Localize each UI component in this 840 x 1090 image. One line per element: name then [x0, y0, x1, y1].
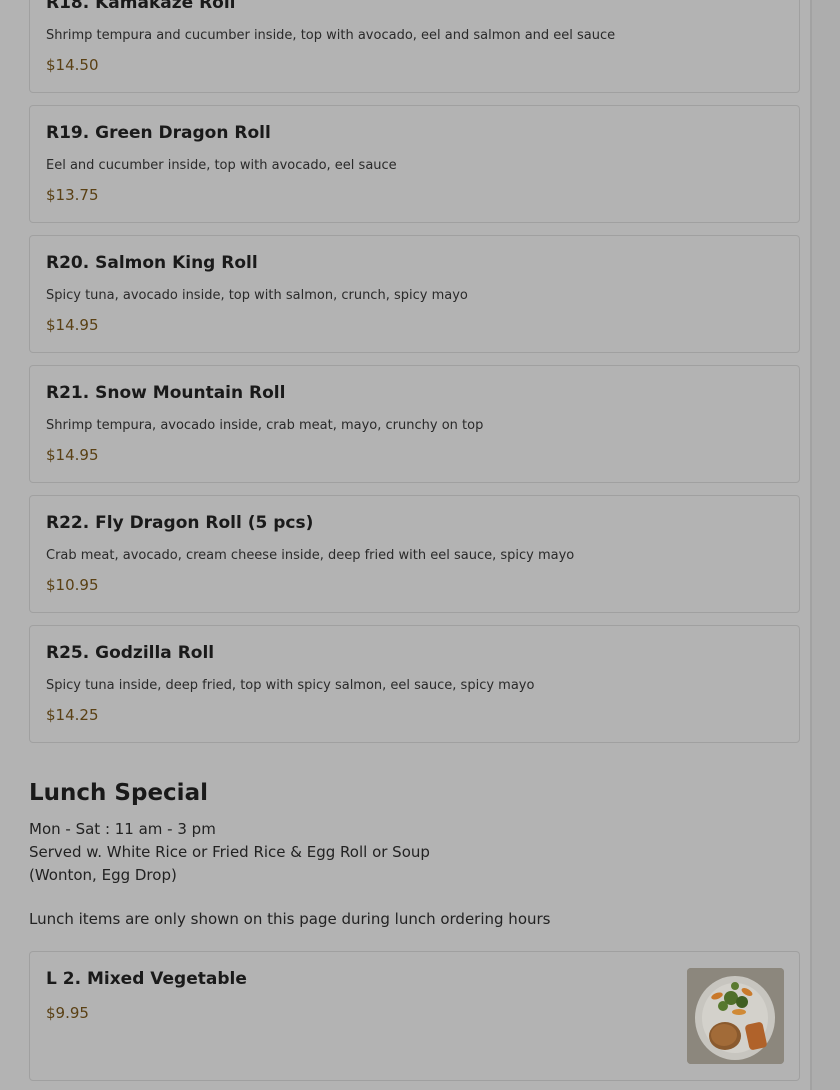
- menu-item-price: $10.95: [46, 576, 99, 594]
- lunch-special-section: Lunch Special Mon - Sat : 11 am - 3 pm S…: [29, 780, 800, 928]
- menu-item-name: R18. Kamakaze Roll: [46, 0, 236, 13]
- menu-item-price: $14.25: [46, 706, 99, 724]
- menu-item-card[interactable]: R21. Snow Mountain Roll Shrimp tempura, …: [29, 365, 800, 483]
- menu-item-name: R25. Godzilla Roll: [46, 643, 215, 663]
- menu-item-list: R18. Kamakaze Roll Shrimp tempura and cu…: [29, 0, 800, 755]
- menu-item-name: R20. Salmon King Roll: [46, 253, 258, 273]
- menu-item-price: $13.75: [46, 186, 99, 204]
- page-scrollbar[interactable]: [810, 0, 840, 1090]
- menu-item-card[interactable]: R20. Salmon King Roll Spicy tuna, avocad…: [29, 235, 800, 353]
- menu-item-description: Eel and cucumber inside, top with avocad…: [46, 158, 397, 173]
- menu-item-description: Shrimp tempura, avocado inside, crab mea…: [46, 418, 484, 433]
- menu-item-name: R21. Snow Mountain Roll: [46, 383, 286, 403]
- section-hours: Mon - Sat : 11 am - 3 pm: [29, 820, 216, 838]
- lunch-item-price: $9.95: [46, 1004, 89, 1022]
- section-served-info: Served w. White Rice or Fried Rice & Egg…: [29, 843, 430, 861]
- section-served-soups: (Wonton, Egg Drop): [29, 866, 177, 884]
- section-note: Lunch items are only shown on this page …: [29, 910, 551, 928]
- menu-item-description: Spicy tuna inside, deep fried, top with …: [46, 678, 535, 693]
- menu-item-description: Spicy tuna, avocado inside, top with sal…: [46, 288, 468, 303]
- menu-item-description: Crab meat, avocado, cream cheese inside,…: [46, 548, 575, 563]
- menu-item-description: Shrimp tempura and cucumber inside, top …: [46, 28, 616, 43]
- page-background: R18. Kamakaze Roll Shrimp tempura and cu…: [0, 0, 810, 1090]
- lunch-item-name: L 2. Mixed Vegetable: [46, 969, 247, 989]
- menu-item-price: $14.95: [46, 446, 99, 464]
- menu-item-card[interactable]: R22. Fly Dragon Roll (5 pcs) Crab meat, …: [29, 495, 800, 613]
- menu-item-card[interactable]: R19. Green Dragon Roll Eel and cucumber …: [29, 105, 800, 223]
- lunch-item-card[interactable]: L 2. Mixed Vegetable $9.95: [29, 951, 800, 1081]
- menu-item-name: R22. Fly Dragon Roll (5 pcs): [46, 513, 314, 533]
- menu-item-name: R19. Green Dragon Roll: [46, 123, 271, 143]
- menu-item-card[interactable]: R25. Godzilla Roll Spicy tuna inside, de…: [29, 625, 800, 743]
- section-title: Lunch Special: [29, 780, 208, 806]
- mixed-vegetable-photo: [687, 968, 784, 1064]
- food-photo-icon: [687, 968, 784, 1064]
- menu-item-price: $14.95: [46, 316, 99, 334]
- menu-item-card[interactable]: R18. Kamakaze Roll Shrimp tempura and cu…: [29, 0, 800, 93]
- menu-item-price: $14.50: [46, 56, 99, 74]
